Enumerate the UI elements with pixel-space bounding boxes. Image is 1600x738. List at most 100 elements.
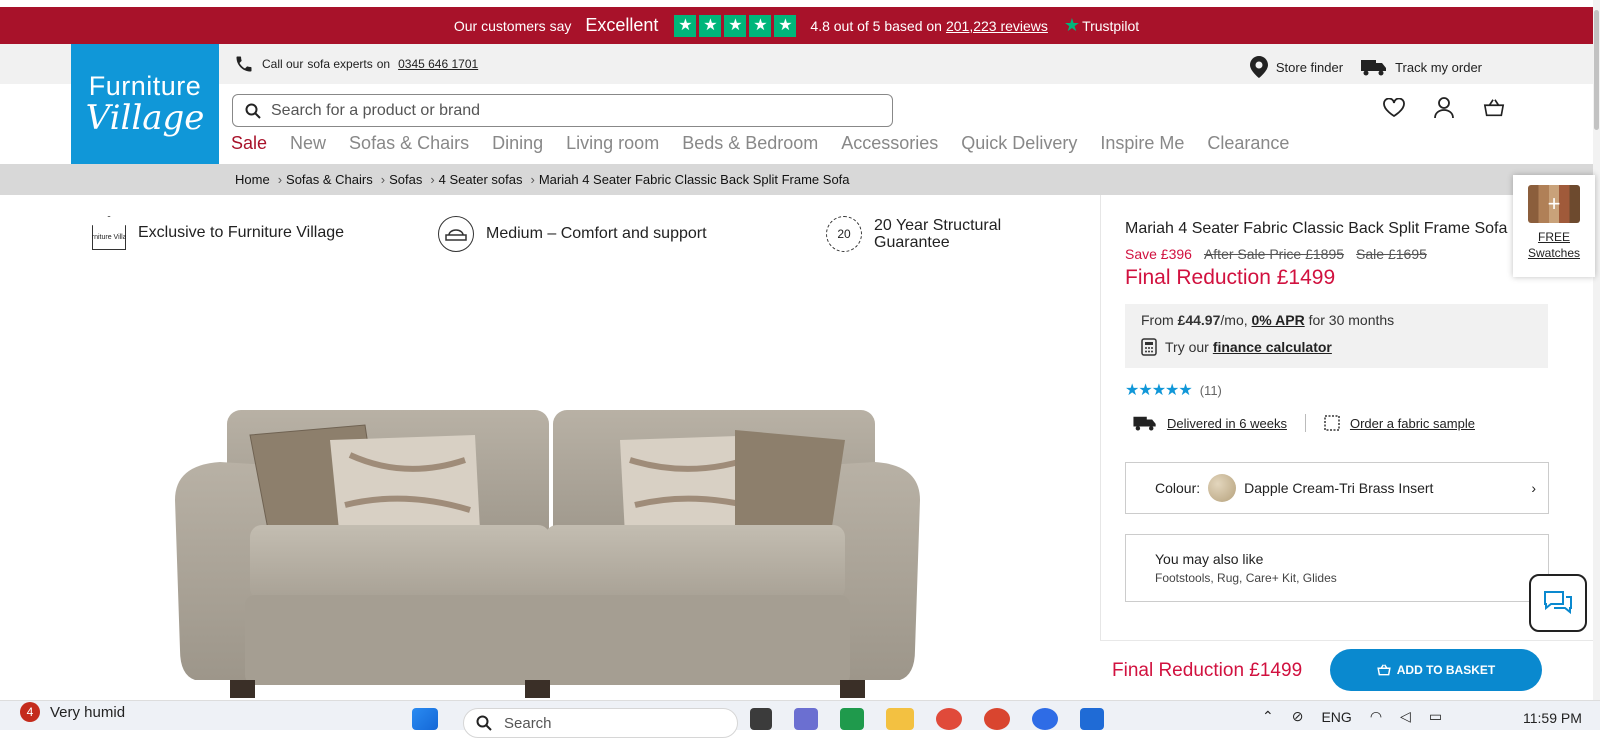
colour-value: Dapple Cream-Tri Brass Insert (1244, 480, 1434, 496)
windows-start-icon[interactable] (412, 708, 438, 730)
excel-icon[interactable] (840, 708, 864, 730)
tray-chevron-icon[interactable]: ⌃ (1262, 708, 1274, 725)
product-info-panel: Mariah 4 Seater Fabric Classic Back Spli… (1125, 220, 1550, 602)
trustpilot-reviews-link[interactable]: 201,223 reviews (946, 18, 1048, 34)
comfort-cushion-icon (438, 216, 474, 252)
swatches-label-line2: Swatches (1527, 246, 1581, 260)
swatches-label-line1: FREE (1537, 230, 1570, 244)
delivery-link[interactable]: Delivered in 6 weeks (1167, 416, 1287, 431)
you-may-also-like[interactable]: You may also like Footstools, Rug, Care+… (1125, 534, 1549, 602)
trustpilot-bar: Our customers say Excellent ★ ★ ★ ★ ★ 4.… (0, 7, 1593, 44)
ymal-title: You may also like (1155, 551, 1264, 567)
guarantee-badge-icon: 20 (826, 216, 862, 252)
nav-item-beds-bedroom[interactable]: Beds & Bedroom (682, 133, 818, 154)
nav-item-sale[interactable]: Sale (231, 133, 267, 154)
chat-button[interactable] (1529, 574, 1587, 632)
swatches-plus-icon: + (1528, 185, 1580, 223)
battery-icon[interactable]: ▭ (1429, 708, 1442, 725)
feature-comfort-label: Medium – Comfort and support (486, 225, 707, 242)
trustpilot-logo[interactable]: ★ Trustpilot (1064, 15, 1139, 36)
tray-app-icon[interactable]: ⊘ (1292, 708, 1304, 725)
account-user-icon[interactable] (1433, 97, 1455, 119)
chrome-icon[interactable] (936, 708, 962, 730)
star-icon: ★ (749, 14, 772, 37)
breadcrumb-separator: › (530, 172, 535, 187)
breadcrumb-item[interactable]: Sofas & Chairs (286, 172, 373, 187)
chrome-profile-icon[interactable] (984, 708, 1010, 730)
store-finder-link[interactable]: Store finder (1249, 56, 1343, 78)
nav-item-dining[interactable]: Dining (492, 133, 543, 154)
main-nav: Sale New Sofas & Chairs Dining Living room Be… (231, 133, 1289, 154)
nav-item-sofas-chairs[interactable]: Sofas & Chairs (349, 133, 469, 154)
nav-item-new[interactable]: New (290, 133, 326, 154)
breadcrumb-item[interactable]: Home (235, 172, 270, 187)
finance-term: for 30 months (1308, 312, 1395, 328)
chrome-active-icon[interactable] (1032, 708, 1058, 730)
product-image-sofa[interactable] (175, 410, 920, 700)
trustpilot-rating-text: 4.8 out of 5 based on (810, 17, 942, 34)
finance-calc-line: Try our finance calculator (1141, 338, 1532, 356)
track-order-link[interactable]: Track my order (1361, 58, 1482, 76)
add-to-basket-label: ADD TO BASKET (1396, 663, 1496, 677)
chevron-right-icon: › (1531, 480, 1536, 496)
nav-item-quick-delivery[interactable]: Quick Delivery (961, 133, 1077, 154)
feature-guarantee: 20 20 Year Structural Guarantee (826, 216, 1001, 252)
breadcrumb-item[interactable]: Sofas (389, 172, 422, 187)
free-swatches-tab[interactable]: + FREE Swatches (1513, 175, 1595, 277)
nav-item-accessories[interactable]: Accessories (841, 133, 938, 154)
volume-icon[interactable]: ◁ (1400, 708, 1411, 725)
trustpilot-brand: Trustpilot (1082, 17, 1140, 34)
product-rating[interactable]: ★★★★★ (11) (1125, 380, 1550, 400)
app-icon[interactable] (750, 708, 772, 730)
fabric-sample-link[interactable]: Order a fabric sample (1350, 416, 1475, 431)
breadcrumb-item[interactable]: 4 Seater sofas (439, 172, 523, 187)
basket-icon (1377, 664, 1391, 676)
rating-count: (11) (1199, 382, 1222, 398)
search-bar[interactable] (232, 94, 893, 127)
nav-item-clearance[interactable]: Clearance (1207, 133, 1289, 154)
taskbar-clock[interactable]: 11:59 PM (1523, 710, 1582, 726)
apr-link[interactable]: 0% APR (1252, 312, 1305, 328)
call-on: on (376, 57, 391, 71)
search-input[interactable] (271, 101, 871, 120)
taskbar-search[interactable]: Search (463, 708, 738, 738)
basket-icon[interactable] (1483, 97, 1505, 119)
save-amount: Save £396 (1125, 246, 1192, 262)
trustpilot-star-icon: ★ (1063, 15, 1081, 35)
fabric-sample-icon (1324, 415, 1340, 431)
final-price: Final Reduction £1499 (1125, 266, 1336, 289)
logo-line2: Village (85, 97, 205, 138)
folder-icon[interactable] (886, 708, 914, 730)
furniture-village-logo[interactable]: Furniture Village (71, 44, 219, 164)
nav-item-inspire-me[interactable]: Inspire Me (1100, 133, 1184, 154)
app-blue-icon[interactable] (1080, 708, 1104, 730)
teams-icon[interactable] (794, 708, 818, 730)
delivery-truck-icon (1133, 416, 1156, 431)
utility-links: Store finder Track my order (1249, 56, 1482, 78)
phone-number-link[interactable]: 0345 646 1701 (398, 57, 478, 71)
ymal-items: Footstools, Rug, Care+ Kit, Glides (1155, 571, 1337, 585)
finance-calculator-link[interactable]: finance calculator (1213, 339, 1332, 355)
finance-box: From £44.97/mo, 0% APR for 30 months Try… (1125, 304, 1548, 368)
nav-item-living-room[interactable]: Living room (566, 133, 659, 154)
price-line: Save £396 After Sale Price £1895 Sale £1… (1125, 246, 1550, 262)
breadcrumb-separator: › (380, 172, 386, 187)
add-to-basket-button[interactable]: ADD TO BASKET (1330, 649, 1542, 691)
rating-stars-icon: ★★★★★ (1125, 382, 1193, 399)
header-icons (1383, 97, 1505, 119)
scrollbar-thumb[interactable] (1594, 10, 1599, 130)
page-scrollbar[interactable] (1593, 0, 1600, 730)
separator (1304, 414, 1306, 432)
colour-selector[interactable]: Colour: Dapple Cream-Tri Brass Insert › (1125, 462, 1549, 514)
breadcrumb: Home › Sofas & Chairs › Sofas › 4 Seater sofas… (0, 164, 1593, 195)
guarantee-text: 20 Year Structural Guarantee (874, 217, 1001, 251)
call-prefix: Call our (262, 57, 304, 71)
colour-swatch (1208, 474, 1237, 502)
star-icon: ★ (774, 14, 797, 37)
wifi-icon[interactable]: ◠ (1370, 708, 1382, 725)
feature-comfort: Medium – Comfort and support (438, 216, 707, 252)
language-indicator[interactable]: ENG (1321, 709, 1351, 725)
feature-exclusive-label: Exclusive to Furniture Village (138, 224, 345, 241)
wishlist-heart-icon[interactable] (1383, 97, 1405, 119)
weather-widget[interactable]: 4 Very humid (20, 702, 125, 722)
